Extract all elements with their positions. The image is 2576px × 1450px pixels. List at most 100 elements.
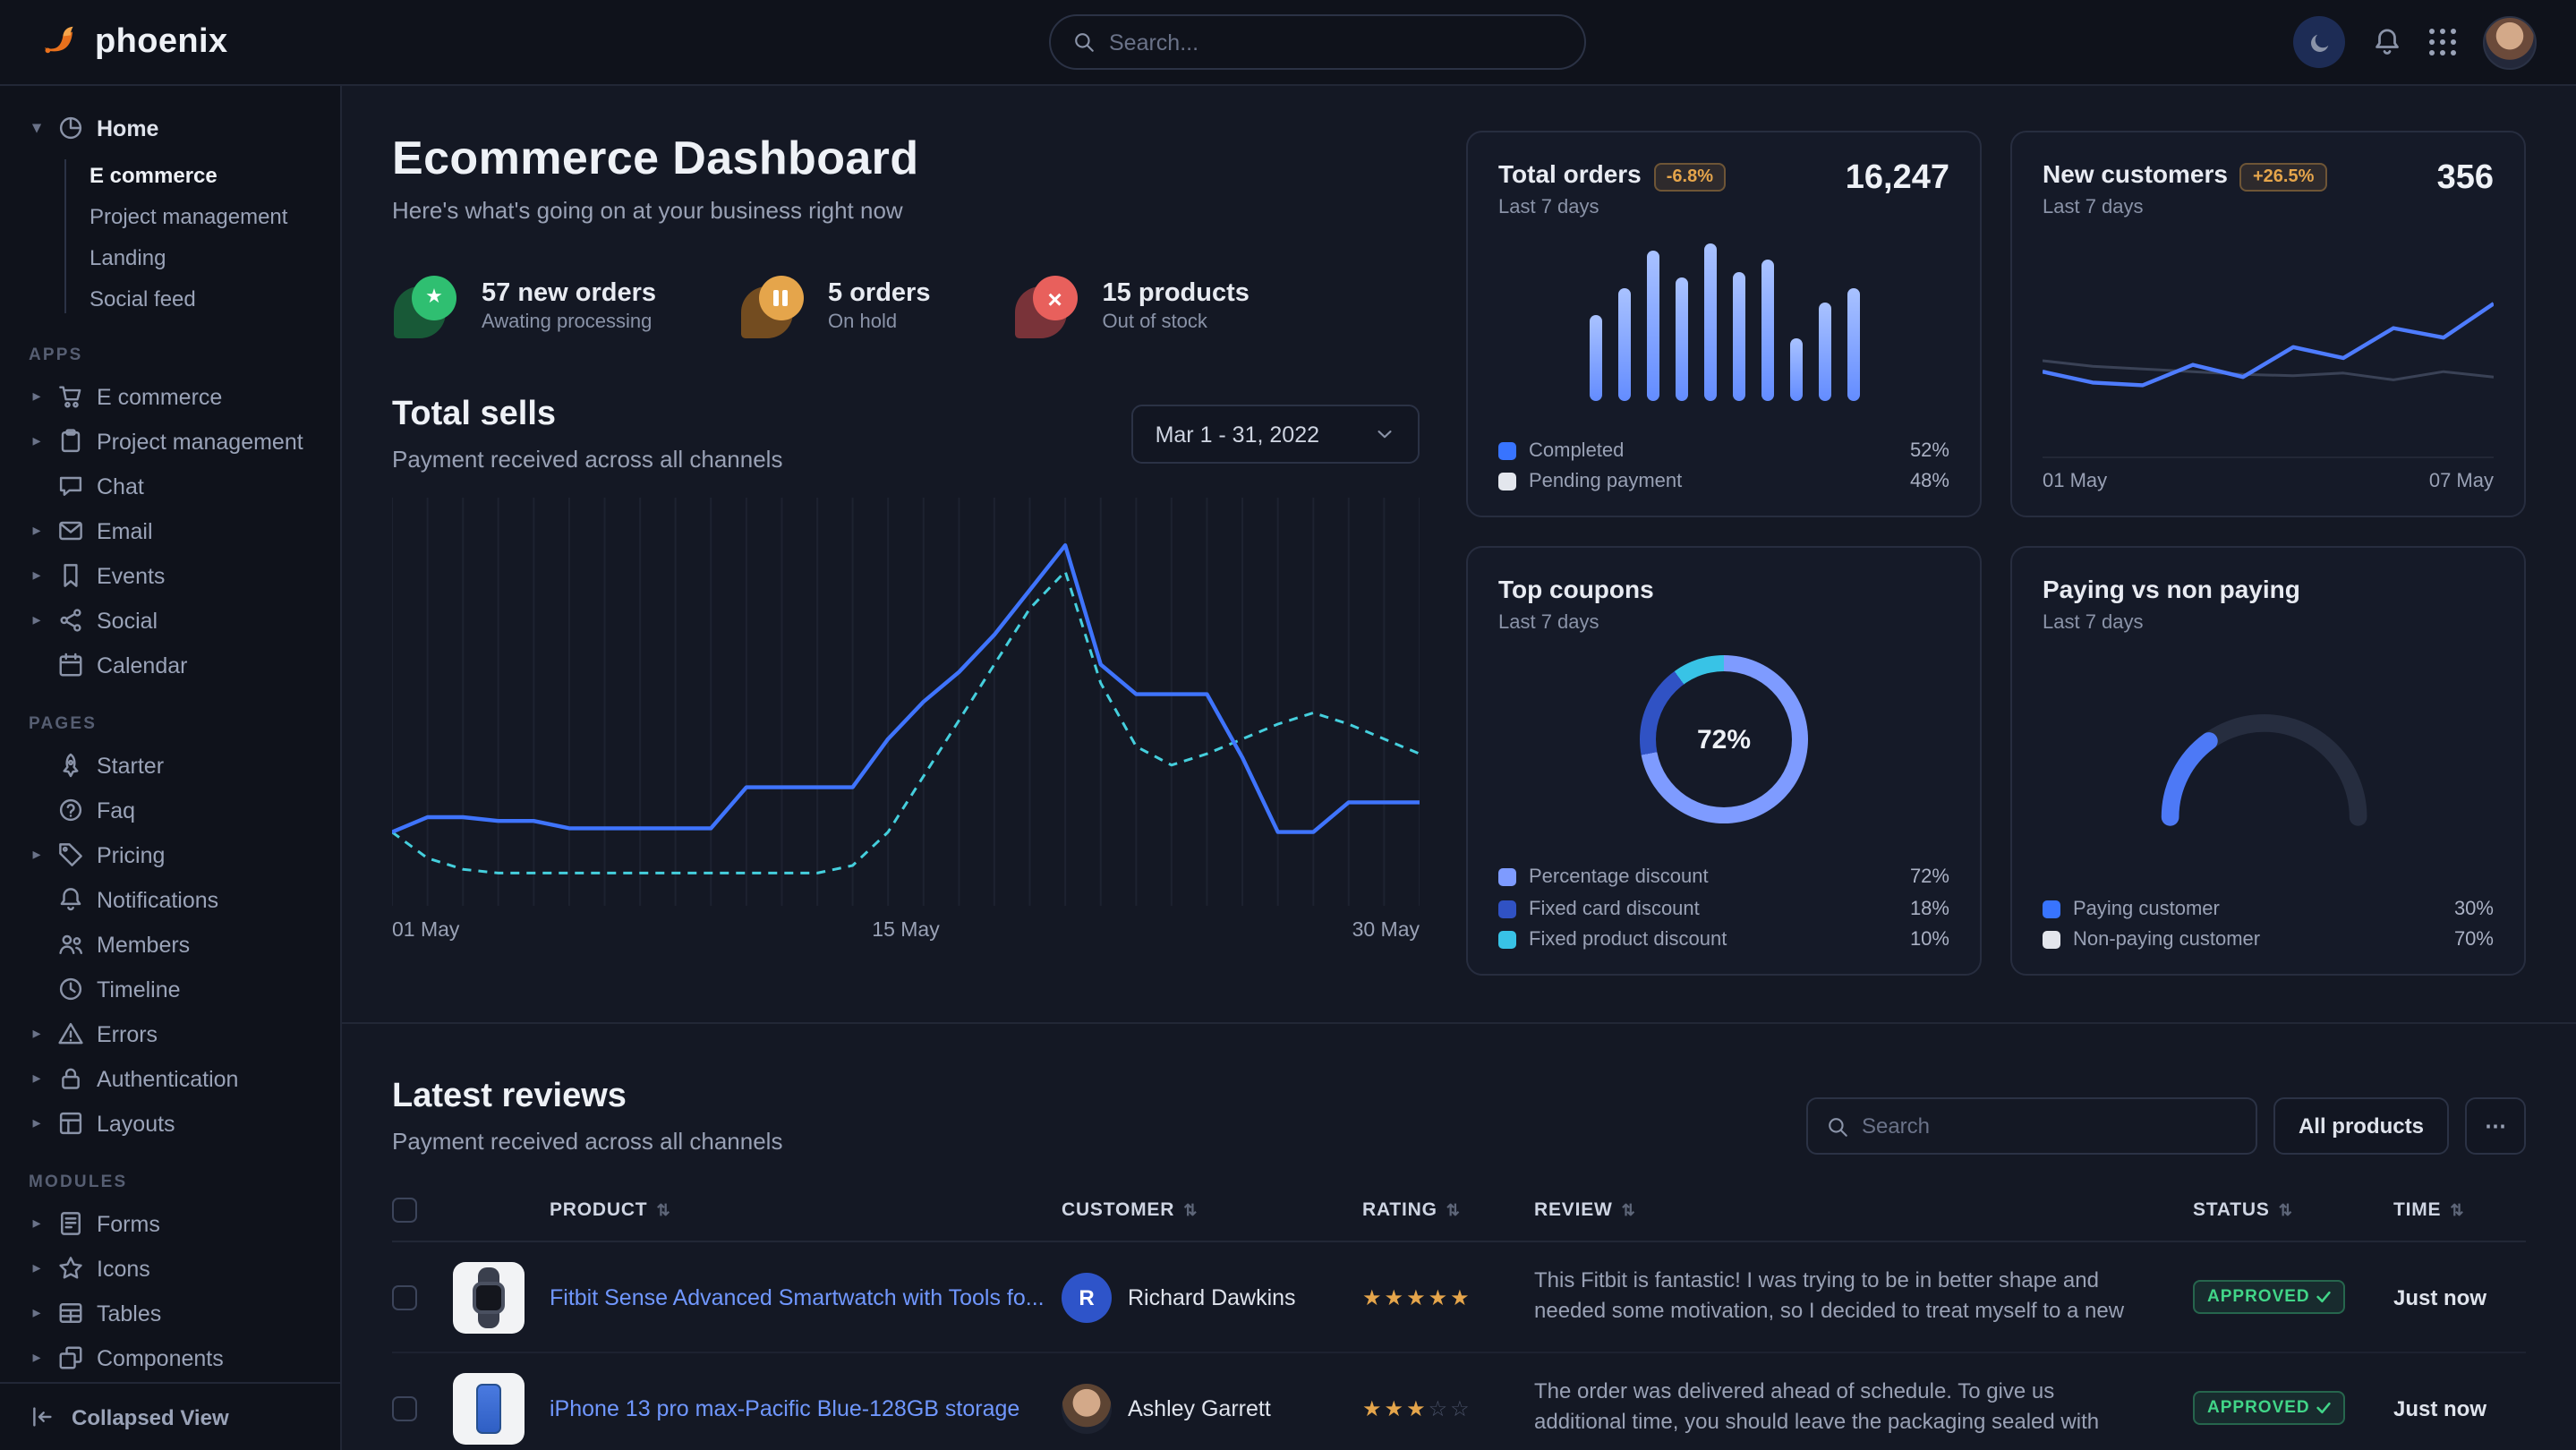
legend-item-fixed-card-discount: Fixed card discount 18% bbox=[1498, 898, 1949, 919]
layout-icon bbox=[57, 1110, 84, 1137]
sidebar: ▾ HomeE commerceProject managementLandin… bbox=[0, 86, 342, 1450]
sidebar-item-events[interactable]: ▸ Events bbox=[0, 553, 340, 598]
notifications-button[interactable] bbox=[2372, 27, 2402, 57]
sidebar-subitem-project-management[interactable]: Project management bbox=[90, 195, 340, 236]
sidebar-item-label: Authentication bbox=[97, 1066, 238, 1091]
app-root: phoenix ▾ HomeE bbox=[0, 0, 2576, 1450]
sidebar-item-pricing[interactable]: ▸ Pricing bbox=[0, 832, 340, 877]
sidebar-menu: ▾ HomeE commerceProject managementLandin… bbox=[0, 86, 340, 1382]
sidebar-item-label: Pricing bbox=[97, 842, 165, 867]
column-header-rating: RATING⇅ bbox=[1362, 1199, 1534, 1221]
sidebar-item-email[interactable]: ▸ Email bbox=[0, 508, 340, 553]
collapsed-view-button[interactable]: Collapsed View bbox=[0, 1382, 340, 1450]
sidebar-item-icons[interactable]: ▸ Icons bbox=[0, 1246, 340, 1291]
sidebar-item-forms[interactable]: ▸ Forms bbox=[0, 1201, 340, 1246]
total-sells-title: Total sells bbox=[392, 396, 782, 435]
x-tick: 01 May bbox=[392, 920, 459, 942]
more-options-button[interactable]: ⋯ bbox=[2465, 1097, 2526, 1155]
caret-right-icon: ▸ bbox=[29, 521, 45, 541]
product-thumbnail[interactable] bbox=[453, 1372, 525, 1444]
pie-icon bbox=[57, 115, 84, 141]
bar bbox=[1589, 314, 1601, 401]
sidebar-item-faq[interactable]: Faq bbox=[0, 788, 340, 832]
brand-name: phoenix bbox=[95, 22, 228, 62]
review-time: Just now bbox=[2393, 1284, 2526, 1309]
sidebar-item-components[interactable]: ▸ Components bbox=[0, 1335, 340, 1380]
sidebar-item-project-management[interactable]: ▸ Project management bbox=[0, 419, 340, 464]
column-header-product: PRODUCT⇅ bbox=[550, 1199, 1062, 1221]
new-customers-value: 356 bbox=[2437, 159, 2494, 199]
sidebar-item-social[interactable]: ▸ Social bbox=[0, 598, 340, 643]
legend-value: 18% bbox=[1910, 898, 1949, 919]
product-link[interactable]: iPhone 13 pro max-Pacific Blue-128GB sto… bbox=[550, 1395, 1062, 1420]
stats-row: ★ 57 new orders Awating processing 5 ord… bbox=[392, 272, 1420, 340]
global-search[interactable] bbox=[1048, 14, 1585, 70]
theme-toggle-button[interactable] bbox=[2293, 16, 2345, 68]
legend-item-non-paying-customer: Non-paying customer 70% bbox=[2043, 929, 2494, 951]
sidebar-item-home[interactable]: ▾ Home bbox=[0, 104, 340, 152]
clock-icon bbox=[57, 976, 84, 1002]
sort-icon[interactable]: ⇅ bbox=[1446, 1200, 1461, 1220]
legend-item-pending-payment: Pending payment 48% bbox=[1498, 471, 1949, 492]
sort-icon[interactable]: ⇅ bbox=[2450, 1200, 2464, 1220]
sidebar-item-layouts[interactable]: ▸ Layouts bbox=[0, 1101, 340, 1146]
row-checkbox[interactable] bbox=[392, 1395, 417, 1420]
sidebar-item-e-commerce[interactable]: ▸ E commerce bbox=[0, 374, 340, 419]
sidebar-subitem-social-feed[interactable]: Social feed bbox=[90, 277, 340, 319]
bar bbox=[1732, 272, 1744, 401]
sidebar-item-members[interactable]: Members bbox=[0, 922, 340, 967]
donut-center-label: 72% bbox=[1656, 671, 1792, 807]
apps-grid-button[interactable] bbox=[2429, 29, 2456, 55]
collapsed-view-label: Collapsed View bbox=[72, 1404, 229, 1429]
sidebar-item-timeline[interactable]: Timeline bbox=[0, 967, 340, 1011]
mail-icon bbox=[57, 517, 84, 544]
share-icon bbox=[57, 607, 84, 634]
sort-icon[interactable]: ⇅ bbox=[1622, 1200, 1636, 1220]
chat-icon bbox=[57, 473, 84, 499]
star-empty-icon: ☆ bbox=[1450, 1395, 1472, 1420]
sidebar-item-starter[interactable]: Starter bbox=[0, 743, 340, 788]
caret-right-icon: ▸ bbox=[29, 1348, 45, 1368]
bar bbox=[1646, 252, 1659, 401]
global-search-input[interactable] bbox=[1109, 30, 1562, 55]
sidebar-item-tables[interactable]: ▸ Tables bbox=[0, 1291, 340, 1335]
bar bbox=[1617, 287, 1630, 401]
total-orders-bar-chart bbox=[1498, 243, 1949, 401]
card-period: Last 7 days bbox=[2043, 612, 2300, 634]
sidebar-item-chat[interactable]: Chat bbox=[0, 464, 340, 508]
row-checkbox[interactable] bbox=[392, 1284, 417, 1309]
select-all-checkbox[interactable] bbox=[392, 1198, 417, 1223]
card-title: Paying vs non paying bbox=[2043, 575, 2300, 603]
collapse-icon bbox=[29, 1403, 55, 1430]
reviews-search[interactable] bbox=[1806, 1097, 2257, 1155]
customer-name: Richard Dawkins bbox=[1128, 1284, 1296, 1309]
table-header: PRODUCT⇅ CUSTOMER⇅ RATING⇅ REVIEW⇅ STATU… bbox=[392, 1190, 2526, 1242]
product-link[interactable]: Fitbit Sense Advanced Smartwatch with To… bbox=[550, 1284, 1062, 1309]
brand[interactable]: phoenix bbox=[39, 21, 340, 63]
top-coupons-card: Top coupons Last 7 days 72% Percent bbox=[1466, 546, 1982, 976]
reviews-search-input[interactable] bbox=[1862, 1113, 2238, 1139]
sidebar-item-notifications[interactable]: Notifications bbox=[0, 877, 340, 922]
sort-icon[interactable]: ⇅ bbox=[656, 1200, 670, 1220]
sidebar-item-label: Icons bbox=[97, 1256, 150, 1281]
all-products-button[interactable]: All products bbox=[2273, 1097, 2449, 1155]
legend-label: Completed bbox=[1529, 439, 1624, 461]
sort-icon[interactable]: ⇅ bbox=[2279, 1200, 2293, 1220]
legend-value: 48% bbox=[1910, 471, 1949, 492]
bell-icon bbox=[2372, 27, 2402, 57]
sidebar-item-calendar[interactable]: Calendar bbox=[0, 643, 340, 687]
stat-out-of-stock: × 15 products Out of stock bbox=[1013, 272, 1250, 340]
product-thumbnail[interactable] bbox=[453, 1261, 525, 1333]
table-body: Fitbit Sense Advanced Smartwatch with To… bbox=[392, 1242, 2526, 1450]
caret-right-icon: ▸ bbox=[29, 1069, 45, 1088]
sidebar-subitem-landing[interactable]: Landing bbox=[90, 236, 340, 277]
sidebar-item-errors[interactable]: ▸ Errors bbox=[0, 1011, 340, 1056]
sort-icon[interactable]: ⇅ bbox=[1183, 1200, 1198, 1220]
bookmark-icon bbox=[57, 562, 84, 589]
total-sells-x-axis: 01 May 15 May 30 May bbox=[392, 920, 1420, 942]
user-avatar[interactable] bbox=[2483, 15, 2537, 69]
sidebar-item-label: Timeline bbox=[97, 977, 181, 1002]
sidebar-subitem-e-commerce[interactable]: E commerce bbox=[90, 154, 340, 195]
date-range-select[interactable]: Mar 1 - 31, 2022 bbox=[1132, 405, 1420, 464]
sidebar-item-authentication[interactable]: ▸ Authentication bbox=[0, 1056, 340, 1101]
